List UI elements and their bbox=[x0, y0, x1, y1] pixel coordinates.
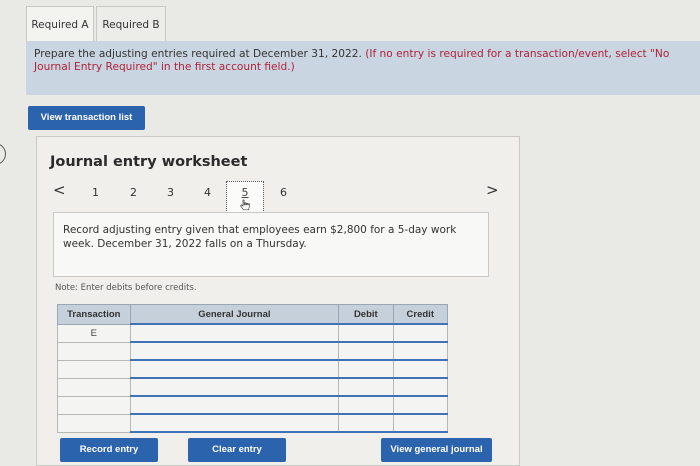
account-field[interactable] bbox=[129, 359, 340, 379]
view-general-journal-button[interactable]: View general journal bbox=[381, 438, 492, 462]
journal-table: Transaction General Journal Debit Credit… bbox=[57, 304, 449, 433]
page-1[interactable]: 1 bbox=[92, 186, 99, 199]
debit-field[interactable] bbox=[338, 341, 394, 361]
transaction-cell: E bbox=[57, 323, 131, 343]
header-debit: Debit bbox=[338, 304, 394, 325]
instructions-text: Prepare the adjusting entries required a… bbox=[34, 48, 362, 60]
instructions-panel: Prepare the adjusting entries required a… bbox=[26, 41, 700, 95]
next-page-chevron-icon[interactable]: > bbox=[486, 181, 499, 199]
current-page-number: 5 bbox=[241, 186, 249, 199]
clear-entry-button[interactable]: Clear entry bbox=[188, 438, 286, 462]
credit-field[interactable] bbox=[392, 341, 449, 361]
debit-field[interactable] bbox=[338, 395, 394, 415]
table-row: E bbox=[57, 323, 449, 343]
account-field[interactable] bbox=[129, 377, 340, 397]
header-transaction: Transaction bbox=[57, 304, 131, 325]
transaction-cell bbox=[57, 413, 131, 433]
credit-field[interactable] bbox=[392, 395, 449, 415]
table-row bbox=[57, 377, 449, 397]
debits-credits-note: Note: Enter debits before credits. bbox=[55, 283, 197, 293]
transaction-cell bbox=[57, 377, 131, 397]
worksheet-title: Journal entry worksheet bbox=[50, 154, 248, 170]
credit-field[interactable] bbox=[392, 323, 449, 343]
account-field[interactable] bbox=[129, 341, 340, 361]
table-row bbox=[57, 413, 449, 433]
debit-field[interactable] bbox=[338, 323, 394, 343]
table-row bbox=[57, 341, 449, 361]
record-entry-button[interactable]: Record entry bbox=[60, 438, 158, 462]
account-field[interactable] bbox=[129, 395, 340, 415]
account-field[interactable] bbox=[129, 323, 340, 343]
header-general-journal: General Journal bbox=[129, 304, 340, 325]
table-row bbox=[57, 395, 449, 415]
debit-field[interactable] bbox=[338, 359, 394, 379]
credit-field[interactable] bbox=[392, 359, 449, 379]
page-5-current[interactable]: 5 bbox=[226, 181, 264, 213]
account-field[interactable] bbox=[129, 413, 340, 433]
entry-description-text: Record adjusting entry given that employ… bbox=[63, 224, 457, 250]
prev-page-chevron-icon[interactable]: < bbox=[53, 181, 66, 199]
credit-field[interactable] bbox=[392, 413, 449, 433]
page-2[interactable]: 2 bbox=[130, 186, 137, 199]
tab-required-a[interactable]: Required A bbox=[26, 6, 94, 42]
page-6[interactable]: 6 bbox=[280, 186, 287, 199]
page-4[interactable]: 4 bbox=[204, 186, 211, 199]
tab-required-b[interactable]: Required B bbox=[96, 6, 166, 42]
view-transaction-list-button[interactable]: View transaction list bbox=[28, 106, 145, 130]
table-row bbox=[57, 359, 449, 379]
header-credit: Credit bbox=[392, 304, 449, 325]
entry-description: Record adjusting entry given that employ… bbox=[53, 212, 489, 277]
transaction-cell bbox=[57, 395, 131, 415]
debit-field[interactable] bbox=[338, 377, 394, 397]
hand-pointer-icon bbox=[240, 199, 250, 211]
transaction-cell bbox=[57, 341, 131, 361]
page-3[interactable]: 3 bbox=[167, 186, 174, 199]
credit-field[interactable] bbox=[392, 377, 449, 397]
transaction-cell bbox=[57, 359, 131, 379]
debit-field[interactable] bbox=[338, 413, 394, 433]
side-circle-icon bbox=[0, 143, 6, 165]
